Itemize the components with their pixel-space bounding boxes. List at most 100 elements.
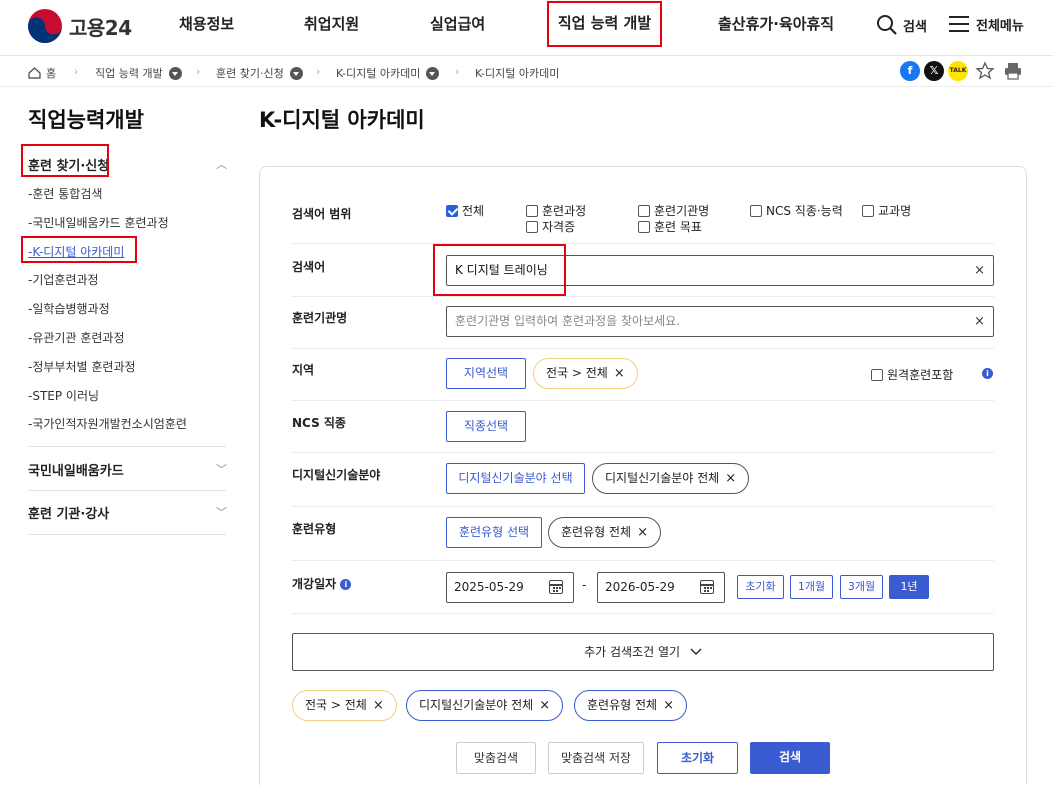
- nav-jobs[interactable]: 채용정보: [179, 0, 234, 56]
- digital-tech-chip[interactable]: 디지털신기술분야 전체 ×: [592, 463, 750, 494]
- scope-checkbox-goal[interactable]: 훈련 목표: [638, 218, 702, 235]
- region-select-button[interactable]: 지역선택: [446, 358, 526, 389]
- breadcrumb-label: 직업 능력 개발: [95, 67, 163, 80]
- scope-checkbox-ncs[interactable]: NCS 직종·능력: [750, 202, 843, 219]
- more-conditions-label: 추가 검색조건 열기: [584, 645, 681, 659]
- keyword-label: 검색어: [292, 260, 326, 274]
- close-icon: ×: [663, 698, 674, 713]
- date-1month-button[interactable]: 1개월: [790, 575, 833, 599]
- close-icon: ×: [637, 525, 648, 540]
- chevron-down-icon: [690, 648, 702, 655]
- date-3months-button[interactable]: 3개월: [840, 575, 883, 599]
- search-icon: [877, 15, 897, 35]
- highlight-box: [433, 244, 566, 296]
- header-search[interactable]: 검색: [876, 14, 927, 36]
- breadcrumb-item[interactable]: 훈련 찾기·신청: [216, 65, 303, 81]
- breadcrumb: 홈 › 직업 능력 개발 › 훈련 찾기·신청 › K-디지털 아카데미 › K…: [0, 57, 1053, 87]
- sidebar-group-naeil-card[interactable]: 국민내일배움카드: [28, 460, 226, 479]
- sidebar-item-step-elearning[interactable]: -STEP 이러닝: [28, 387, 99, 404]
- nav-skills-development[interactable]: 직업 능력 개발: [547, 1, 662, 47]
- nav-employment-support[interactable]: 취업지원: [304, 0, 359, 56]
- region-label: 지역: [292, 363, 315, 377]
- nav-parental-leave[interactable]: 출산휴가·육아휴직: [718, 0, 834, 56]
- close-icon: ×: [372, 698, 384, 713]
- breadcrumb-current: K-디지털 아카데미: [475, 65, 559, 81]
- sidebar-item-ministry[interactable]: -정부부처별 훈련과정: [28, 358, 136, 375]
- ncs-select-button[interactable]: 직종선택: [446, 411, 526, 442]
- scope-checkbox-org-name[interactable]: 훈련기관명: [638, 202, 709, 219]
- info-icon[interactable]: i: [982, 368, 993, 379]
- org-name-input[interactable]: 훈련기관명 입력하여 훈련과정을 찾아보세요. ×: [446, 306, 994, 337]
- highlight-box: [21, 144, 109, 177]
- scope-checkbox-all[interactable]: 전체: [446, 202, 484, 219]
- breadcrumb-item[interactable]: K-디지털 아카데미: [336, 65, 440, 81]
- print-icon[interactable]: [1003, 61, 1023, 81]
- dropdown-icon[interactable]: [426, 66, 440, 80]
- nav-unemployment[interactable]: 실업급여: [430, 0, 485, 56]
- sidebar-item-company-training[interactable]: -기업훈련과정: [28, 271, 99, 288]
- info-icon[interactable]: i: [340, 579, 352, 590]
- training-type-select-button[interactable]: 훈련유형 선택: [446, 517, 542, 548]
- divider: [292, 560, 994, 561]
- sidebar-item-work-study[interactable]: -일학습병행과정: [28, 300, 110, 317]
- training-type-chip[interactable]: 훈련유형 전체 ×: [548, 517, 661, 548]
- chevron-down-icon[interactable]: ﹀: [216, 504, 227, 520]
- clear-icon[interactable]: ×: [974, 256, 985, 285]
- reset-button[interactable]: 초기화: [657, 742, 738, 774]
- sidebar-item-integrated-search[interactable]: -훈련 통합검색: [28, 185, 102, 202]
- x-share-icon[interactable]: 𝕏: [924, 61, 944, 81]
- facebook-share-icon[interactable]: f: [900, 61, 920, 81]
- chevron-down-icon[interactable]: ﹀: [216, 461, 227, 477]
- full-menu-button[interactable]: 전체메뉴: [948, 14, 1024, 34]
- region-chip[interactable]: 전국 > 전체 ×: [533, 358, 638, 389]
- sidebar-group-institution-instructor[interactable]: 훈련 기관·강사: [28, 503, 226, 522]
- date-1year-button[interactable]: 1년: [889, 575, 929, 599]
- divider: [28, 446, 226, 447]
- hamburger-icon: [949, 16, 969, 32]
- page-title: K-디지털 아카데미: [259, 108, 425, 132]
- breadcrumb-home-label: 홈: [46, 67, 57, 80]
- scope-checkbox-course[interactable]: 훈련과정: [526, 202, 586, 219]
- kakao-share-icon[interactable]: TALK: [948, 61, 968, 81]
- ncs-label: NCS 직종: [292, 416, 346, 430]
- dropdown-icon[interactable]: [289, 66, 303, 80]
- selected-chip-training-type[interactable]: 훈련유형 전체 ×: [574, 690, 687, 721]
- divider: [292, 296, 994, 297]
- search-button[interactable]: 검색: [750, 742, 830, 774]
- digital-tech-select-button[interactable]: 디지털신기술분야 선택: [446, 463, 585, 494]
- breadcrumb-separator: ›: [196, 65, 201, 78]
- chevron-up-icon[interactable]: ︿: [216, 156, 227, 172]
- custom-search-button[interactable]: 맞춤검색: [456, 742, 536, 774]
- org-name-label: 훈련기관명: [292, 311, 348, 325]
- search-label: 검색: [903, 19, 927, 35]
- date-from-input[interactable]: 2025-05-29: [446, 572, 574, 603]
- save-custom-search-button[interactable]: 맞춤검색 저장: [548, 742, 644, 774]
- divider: [292, 348, 994, 349]
- divider: [28, 534, 226, 535]
- breadcrumb-separator: ›: [74, 65, 79, 78]
- selected-chip-region[interactable]: 전국 > 전체 ×: [292, 690, 397, 721]
- sidebar-item-naeil-card-course[interactable]: -국민내일배움카드 훈련과정: [28, 214, 169, 231]
- date-to-input[interactable]: 2026-05-29: [597, 572, 725, 603]
- scope-checkbox-certificate[interactable]: 자격증: [526, 218, 575, 235]
- dropdown-icon[interactable]: [168, 66, 182, 80]
- sidebar-item-consortium[interactable]: -국가인적자원개발컨소시엄훈련: [28, 415, 187, 432]
- sidebar-item-related-org[interactable]: -유관기관 훈련과정: [28, 329, 124, 346]
- logo[interactable]: 고용24: [27, 8, 132, 44]
- date-reset-button[interactable]: 초기화: [737, 575, 784, 599]
- scope-checkbox-subject[interactable]: 교과명: [862, 202, 911, 219]
- training-type-label: 훈련유형: [292, 522, 337, 536]
- selected-chip-digital-tech[interactable]: 디지털신기술분야 전체 ×: [406, 690, 564, 721]
- calendar-icon: [700, 580, 714, 594]
- taegeuk-logo-icon: [27, 8, 63, 44]
- more-conditions-button[interactable]: 추가 검색조건 열기: [292, 633, 994, 671]
- breadcrumb-home[interactable]: 홈: [28, 65, 56, 81]
- star-bookmark-icon[interactable]: [975, 61, 995, 81]
- clear-icon[interactable]: ×: [974, 307, 985, 336]
- breadcrumb-label: 훈련 찾기·신청: [216, 67, 284, 80]
- menu-label: 전체메뉴: [976, 18, 1024, 34]
- breadcrumb-item[interactable]: 직업 능력 개발: [95, 65, 182, 81]
- breadcrumb-label: K-디지털 아카데미: [475, 67, 560, 80]
- close-icon: ×: [539, 698, 551, 713]
- remote-training-checkbox[interactable]: 원격훈련포함: [871, 366, 953, 383]
